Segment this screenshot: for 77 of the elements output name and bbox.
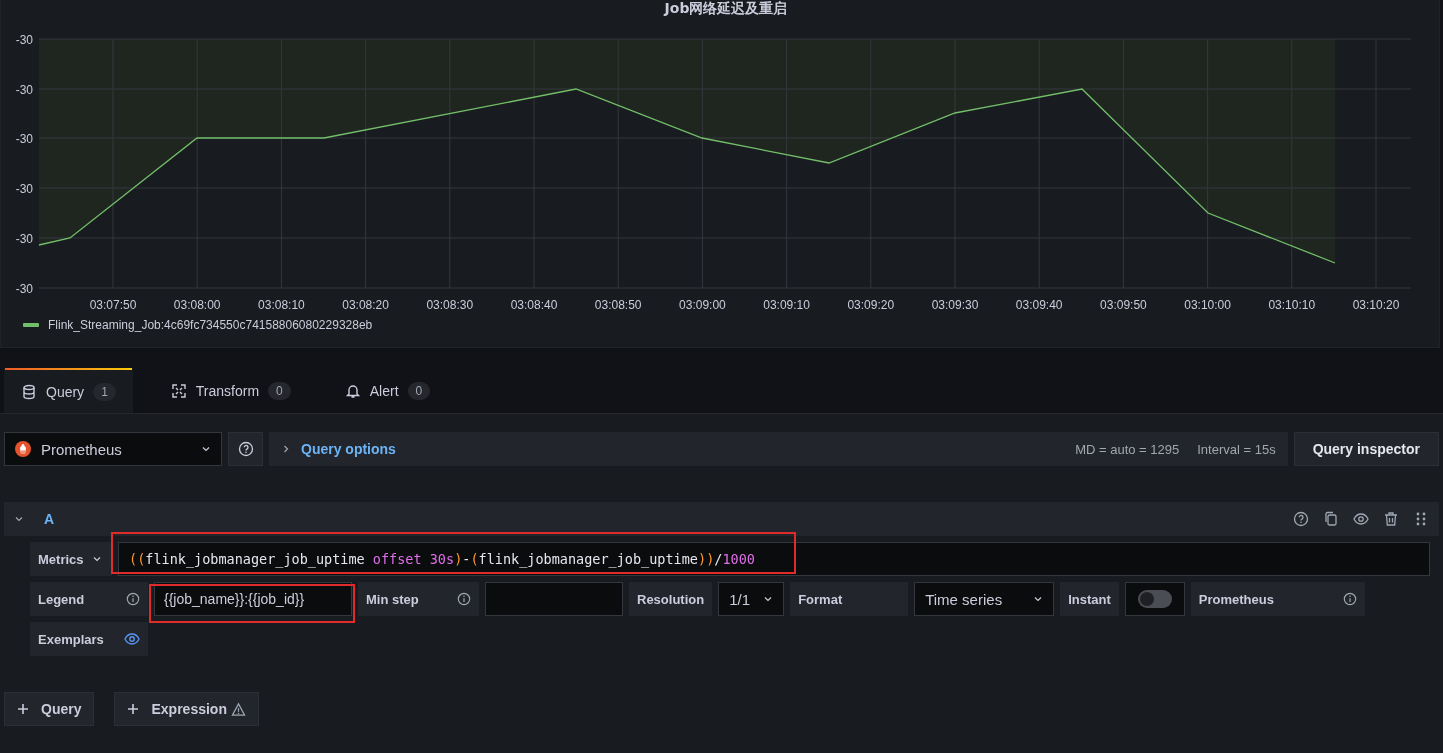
interval-text: Interval = 15s bbox=[1197, 441, 1276, 457]
tab[interactable]: Transform 0 bbox=[154, 368, 307, 413]
field-label: Instant bbox=[1060, 582, 1119, 616]
legend-format-input[interactable]: {{job_name}}:{{job_id}} bbox=[154, 582, 352, 616]
help-button[interactable] bbox=[228, 432, 263, 466]
y-axis-label: -30 bbox=[15, 182, 33, 196]
query-ref-label[interactable]: A bbox=[44, 511, 55, 527]
query-expression-field[interactable]: ((flink_jobmanager_job_uptime offset 30s)-(flink_jobmanager_job_uptime))/1000 bbox=[118, 542, 1430, 576]
query-inspector-button[interactable]: Query inspector bbox=[1293, 432, 1439, 466]
chevron-right-icon bbox=[281, 444, 291, 454]
count-badge: 0 bbox=[268, 381, 291, 400]
field-label: Legend bbox=[30, 582, 148, 616]
collapse-chevron-icon[interactable] bbox=[14, 514, 24, 524]
y-axis-label: -30 bbox=[15, 282, 33, 296]
legend-label[interactable]: Flink_Streaming_Job:4c69fc734550c74158806080229328eb bbox=[48, 318, 373, 332]
chevron-down-icon bbox=[763, 594, 774, 604]
info-icon[interactable] bbox=[457, 592, 471, 606]
x-axis-label: 03:08:20 bbox=[342, 298, 389, 312]
x-axis-label: 03:08:00 bbox=[173, 298, 221, 312]
x-axis-label: 03:09:50 bbox=[1100, 298, 1147, 312]
format-select[interactable]: Time series bbox=[914, 582, 1055, 616]
x-axis-label: 03:08:40 bbox=[510, 298, 558, 312]
x-axis-label: 03:10:20 bbox=[1352, 298, 1400, 312]
plus-icon bbox=[17, 703, 29, 715]
tab[interactable]: Query 1 bbox=[4, 368, 133, 413]
x-axis-label: 03:09:40 bbox=[1015, 298, 1063, 312]
add-button[interactable]: Query bbox=[4, 692, 95, 726]
eye-icon[interactable] bbox=[124, 631, 140, 647]
eye-icon[interactable] bbox=[1353, 511, 1369, 527]
x-axis-label: 03:08:10 bbox=[258, 298, 305, 312]
x-axis-label: 03:10:10 bbox=[1268, 298, 1316, 312]
transform-icon bbox=[170, 382, 187, 399]
chart-title: Job网络延迟及重启 bbox=[664, 0, 788, 16]
datasource-picker[interactable]: Prometheus bbox=[4, 432, 222, 466]
field-label: Resolution bbox=[629, 582, 713, 616]
database-icon bbox=[21, 383, 37, 400]
info-icon[interactable] bbox=[126, 592, 140, 606]
field-label: Format bbox=[790, 582, 909, 616]
info-icon[interactable] bbox=[1342, 592, 1357, 606]
field-label: Prometheus bbox=[1190, 582, 1365, 616]
y-axis-label: -30 bbox=[15, 132, 33, 146]
metrics-button[interactable]: Metrics bbox=[30, 542, 112, 576]
x-axis-label: 03:09:30 bbox=[931, 298, 979, 312]
y-axis-label: -30 bbox=[15, 232, 33, 246]
resolution-select[interactable]: 1/1 bbox=[718, 582, 785, 616]
x-axis-label: 03:08:30 bbox=[426, 298, 474, 312]
count-badge: 1 bbox=[93, 382, 116, 401]
instant-toggle[interactable] bbox=[1137, 590, 1172, 608]
add-button[interactable]: Expression bbox=[114, 692, 259, 726]
x-axis-label: 03:09:00 bbox=[679, 298, 726, 312]
chevron-down-icon bbox=[91, 554, 102, 564]
tab[interactable]: Alert 0 bbox=[328, 368, 447, 413]
help-icon bbox=[237, 441, 254, 457]
x-axis-label: 03:09:10 bbox=[763, 298, 810, 312]
help-icon[interactable] bbox=[1293, 511, 1309, 527]
min-step-input[interactable] bbox=[485, 582, 623, 616]
field-label: Min step bbox=[358, 582, 479, 616]
field-label: Exemplars bbox=[30, 622, 148, 656]
datasource-name: Prometheus bbox=[41, 440, 123, 458]
count-badge: 0 bbox=[407, 381, 431, 400]
chevron-down-icon bbox=[1033, 594, 1044, 604]
y-axis-label: -30 bbox=[15, 83, 33, 97]
max-data-points-text: MD = auto = 1295 bbox=[1075, 441, 1180, 457]
query-options-label: Query options bbox=[301, 441, 396, 457]
trash-icon[interactable] bbox=[1383, 511, 1399, 527]
x-axis-label: 03:09:20 bbox=[847, 298, 895, 312]
plus-icon bbox=[127, 703, 140, 715]
x-axis-label: 03:07:50 bbox=[89, 298, 137, 312]
copy-icon[interactable] bbox=[1323, 511, 1339, 527]
chevron-down-icon bbox=[201, 444, 211, 454]
bell-icon bbox=[344, 382, 361, 399]
query-options-bar[interactable]: Query options MD = auto = 1295 Interval = 15s bbox=[269, 432, 1288, 466]
warning-icon bbox=[230, 701, 246, 717]
x-axis-label: 03:08:50 bbox=[594, 298, 642, 312]
x-axis-label: 03:10:00 bbox=[1184, 298, 1231, 312]
y-axis-label: -30 bbox=[15, 33, 33, 47]
flame-logo-icon bbox=[15, 441, 31, 457]
